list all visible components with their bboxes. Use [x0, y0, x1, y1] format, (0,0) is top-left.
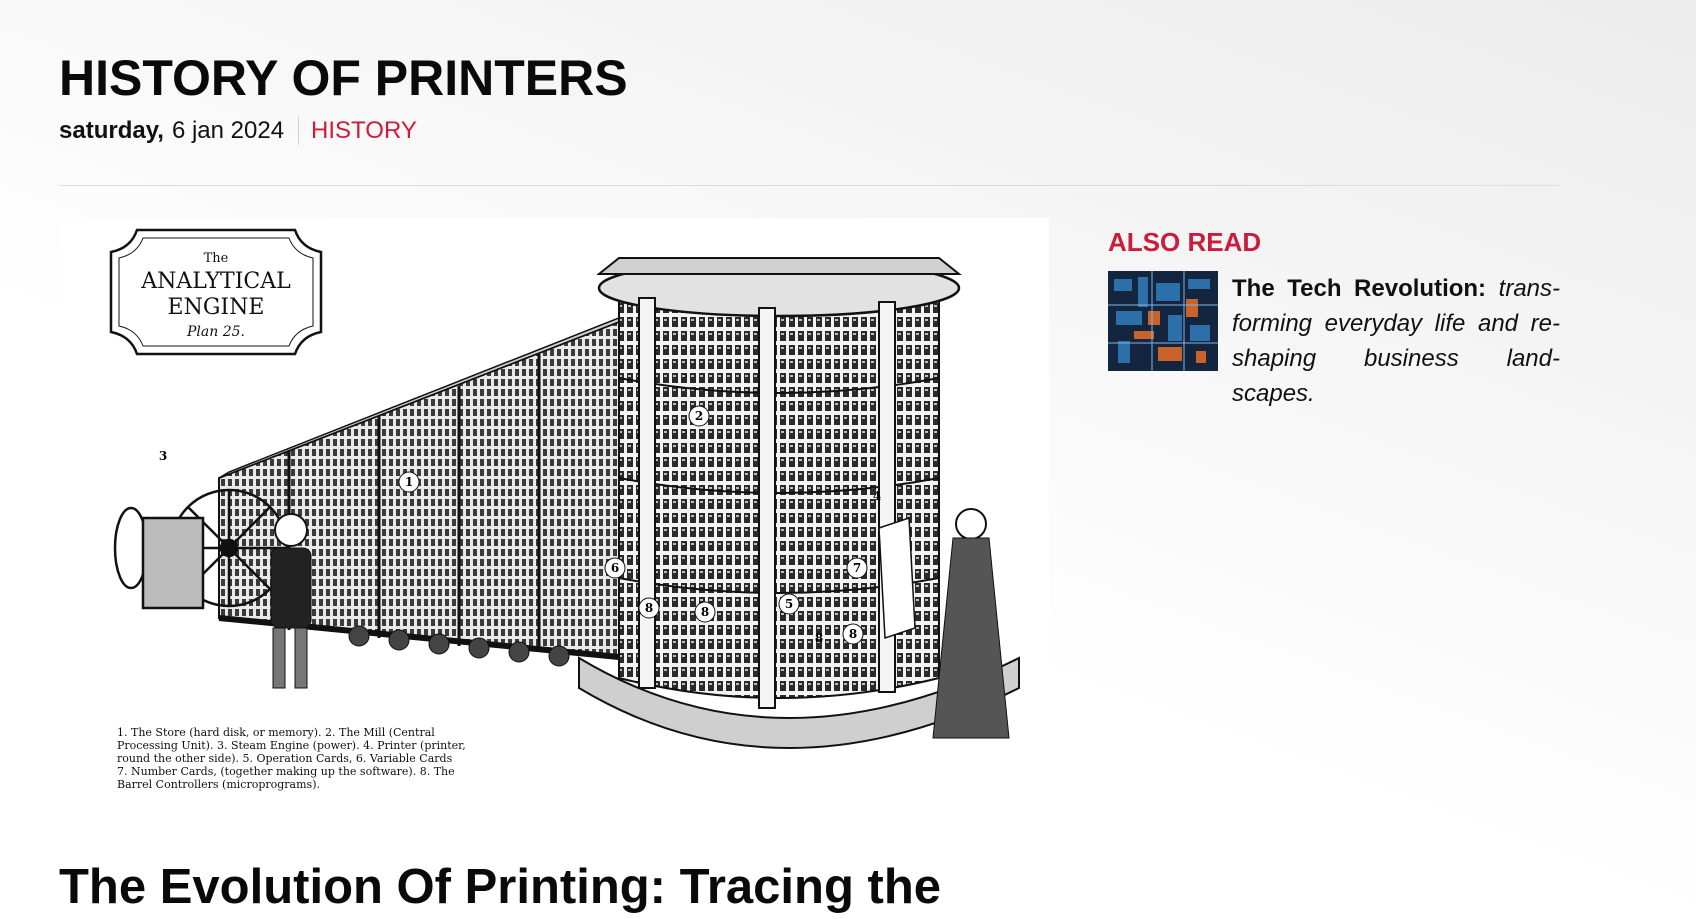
hero-image: The ANALYTICAL ENGINE Plan 25. 1 2 3 4 5…	[59, 218, 1049, 850]
circuit-board-thumbnail[interactable]	[1108, 271, 1218, 371]
plate-small: The	[204, 251, 229, 266]
post-day: saturday,	[59, 117, 164, 144]
plate-script: Plan 25.	[186, 324, 245, 340]
plate-line2: ENGINE	[168, 295, 265, 320]
marker-6: 6	[611, 561, 619, 575]
caption-line-3: round the other side). 5. Operation Card…	[117, 752, 453, 765]
category-link[interactable]: HISTORY	[311, 116, 417, 146]
also-read-text[interactable]: The Tech Revolution: trans-forming every…	[1232, 271, 1560, 411]
caption-line-4: 7. Number Cards, (together making up the…	[117, 765, 455, 778]
meta-divider	[298, 117, 300, 145]
plate-line1: ANALYTICAL	[140, 269, 291, 294]
also-read-title[interactable]: The Tech Revolution:	[1232, 275, 1486, 302]
also-read-label: ALSO READ	[1108, 227, 1262, 257]
marker-8a: 8	[645, 601, 653, 615]
also-read-item[interactable]: The Tech Revolution: trans-forming every…	[1108, 271, 1560, 411]
post-date: 6 jan 2024	[171, 117, 285, 144]
marker-5: 5	[785, 597, 793, 611]
marker-2: 2	[695, 409, 703, 423]
post-meta: saturday, 6 jan 2024 HISTORY	[59, 116, 417, 146]
marker-4: 4	[873, 489, 881, 503]
caption-line-5: Barrel Controllers (microprograms).	[117, 778, 320, 791]
marker-8d: 8	[815, 631, 823, 645]
article-title: The Evolution Of Printing: Tracing the	[59, 860, 941, 914]
engine-plate: The ANALYTICAL ENGINE Plan 25.	[109, 228, 323, 356]
marker-8c: 8	[849, 627, 857, 641]
page-title: HISTORY OF PRINTERS	[59, 50, 628, 106]
marker-7: 7	[853, 561, 861, 575]
header-divider	[59, 185, 1559, 186]
caption-line-2: Processing Unit). 3. Steam Engine (power…	[117, 739, 466, 752]
marker-8b: 8	[701, 605, 709, 619]
marker-1: 1	[405, 475, 413, 489]
caption-line-1: 1. The Store (hard disk, or memory). 2. …	[117, 726, 435, 739]
analytical-engine-illustration: The ANALYTICAL ENGINE Plan 25. 1 2 3 4 5…	[109, 228, 1020, 791]
marker-3: 3	[159, 449, 167, 463]
